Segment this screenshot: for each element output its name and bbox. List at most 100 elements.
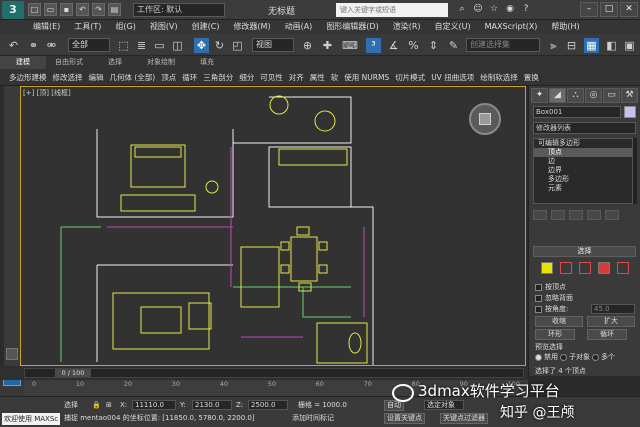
- star-icon[interactable]: ☆: [488, 3, 500, 15]
- mirror-icon[interactable]: ⫸: [546, 38, 561, 53]
- stack-item-vertex[interactable]: 顶点: [534, 148, 632, 157]
- window-crossing-icon[interactable]: ◫: [170, 38, 185, 53]
- selection-filter-dropdown[interactable]: 全部: [68, 38, 110, 52]
- render-setup-icon[interactable]: ◧: [604, 38, 619, 53]
- menu-group[interactable]: 组(G): [108, 20, 142, 34]
- ribbon-vertices[interactable]: 顶点: [158, 70, 179, 85]
- modifier-list-dropdown[interactable]: 修改器列表: [533, 122, 636, 134]
- tab-freeform[interactable]: 自由形式: [46, 56, 92, 69]
- workspace-dropdown[interactable]: 工作区: 默认: [133, 3, 225, 17]
- ignore-backface-checkbox[interactable]: [535, 294, 542, 302]
- modify-tab-icon[interactable]: ◢: [549, 88, 566, 103]
- menu-animation[interactable]: 动画(A): [278, 20, 320, 34]
- ribbon-slice-mode[interactable]: 切片模式: [392, 70, 428, 85]
- undo-icon[interactable]: ↶: [76, 3, 89, 16]
- absolute-mode-icon[interactable]: ⊞: [106, 400, 112, 410]
- polygon-mode-icon[interactable]: [598, 262, 610, 274]
- ribbon-geometry-all[interactable]: 几何体 (全部): [107, 70, 159, 85]
- stack-item-polygon[interactable]: 多边形: [534, 175, 632, 184]
- ribbon-use-nurms[interactable]: 使用 NURMS: [341, 70, 392, 85]
- link-icon[interactable]: ⚭: [26, 38, 41, 53]
- ribbon-modify-selection[interactable]: 修改选择: [50, 70, 86, 85]
- ribbon-loops[interactable]: 循环: [179, 70, 200, 85]
- preview-disabled-radio[interactable]: [535, 353, 542, 361]
- manipulate-icon[interactable]: ✚: [320, 38, 335, 53]
- key-filters-button[interactable]: 关键点过滤器: [440, 413, 488, 424]
- open-file-icon[interactable]: ▭: [44, 3, 57, 16]
- object-name-field[interactable]: Box001: [533, 106, 621, 118]
- add-time-tag[interactable]: 添加时间标记: [292, 413, 334, 423]
- save-icon[interactable]: ▪: [60, 3, 73, 16]
- stack-item-editable-poly[interactable]: 可编辑多边形: [534, 139, 632, 148]
- create-tab-icon[interactable]: ✦: [531, 88, 548, 103]
- unlink-icon[interactable]: ⚮: [44, 38, 59, 53]
- preview-subobject-radio[interactable]: [560, 353, 567, 361]
- ribbon-properties[interactable]: 属性: [307, 70, 328, 85]
- set-key-button[interactable]: 设置关键点: [384, 413, 425, 424]
- select-move-icon[interactable]: ✥: [194, 38, 209, 53]
- search-input[interactable]: 键入关键字或短语: [336, 3, 448, 17]
- ribbon-edit[interactable]: 编辑: [86, 70, 107, 85]
- search-icon[interactable]: ⌕: [456, 3, 468, 15]
- angle-snap-icon[interactable]: ∡: [386, 38, 401, 53]
- maximize-icon[interactable]: □: [600, 2, 618, 17]
- ribbon-align[interactable]: 对齐: [286, 70, 307, 85]
- make-unique-icon[interactable]: [569, 210, 583, 220]
- tab-selection[interactable]: 选择: [92, 56, 138, 69]
- menu-modifiers[interactable]: 修改器(M): [226, 20, 277, 34]
- tab-object-paint[interactable]: 对象绘制: [138, 56, 184, 69]
- preview-multi-radio[interactable]: [592, 353, 599, 361]
- ribbon-subdivision[interactable]: 细分: [236, 70, 257, 85]
- element-mode-icon[interactable]: [617, 262, 629, 274]
- ribbon-polygon-modeling[interactable]: 多边形建模: [6, 70, 50, 85]
- snaps-toggle-icon[interactable]: ³: [366, 38, 381, 53]
- app-logo-icon[interactable]: 3: [2, 1, 24, 19]
- render-icon[interactable]: ▣: [622, 38, 637, 53]
- layer-explorer-icon[interactable]: ▦: [584, 38, 599, 53]
- align-icon[interactable]: ⊟: [564, 38, 579, 53]
- ring-button[interactable]: 环形: [535, 329, 575, 340]
- select-scale-icon[interactable]: ◰: [230, 38, 245, 53]
- community-icon[interactable]: ☺: [472, 3, 484, 15]
- grow-button[interactable]: 扩大: [587, 316, 635, 327]
- selection-rollout-title[interactable]: 选择: [533, 246, 636, 257]
- hierarchy-tab-icon[interactable]: ⛬: [567, 88, 584, 103]
- menu-edit[interactable]: 编辑(E): [26, 20, 67, 34]
- new-file-icon[interactable]: □: [28, 3, 41, 16]
- edit-named-selection-icon[interactable]: ✎: [446, 38, 461, 53]
- select-object-icon[interactable]: ⬚: [116, 38, 131, 53]
- menu-view[interactable]: 视图(V): [143, 20, 185, 34]
- keyboard-shortcut-icon[interactable]: ⌨: [342, 38, 358, 53]
- by-vertex-checkbox[interactable]: [535, 283, 542, 291]
- auto-key-button[interactable]: 自动: [384, 400, 404, 411]
- time-slider[interactable]: 0 / 100: [24, 368, 524, 378]
- project-icon[interactable]: ▤: [108, 3, 121, 16]
- named-selection-dropdown[interactable]: 创建选择集: [466, 38, 540, 52]
- menu-customize[interactable]: 自定义(U): [428, 20, 478, 34]
- y-coordinate-field[interactable]: 2130.0: [192, 400, 232, 410]
- angle-value-field[interactable]: 45.0: [591, 304, 635, 314]
- ribbon-paint-soft-selection[interactable]: 绘制软选择: [477, 70, 521, 85]
- time-slider-handle[interactable]: 0 / 100: [55, 369, 91, 377]
- x-coordinate-field[interactable]: 11110.0: [132, 400, 176, 410]
- pin-stack-icon[interactable]: [533, 210, 547, 220]
- reference-coord-dropdown[interactable]: 视图: [252, 38, 294, 52]
- tab-populate[interactable]: 填充: [184, 56, 230, 69]
- motion-tab-icon[interactable]: ◎: [585, 88, 602, 103]
- menu-rendering[interactable]: 渲染(R): [386, 20, 428, 34]
- selected-object-dropdown[interactable]: 选定对象: [424, 400, 464, 410]
- close-icon[interactable]: ✕: [620, 2, 638, 17]
- undo-toolbar-icon[interactable]: ↶: [6, 38, 21, 53]
- maxscript-listener[interactable]: 欢迎使用 MAXSc: [2, 413, 60, 425]
- ribbon-uv-distort[interactable]: UV 扭曲选项: [428, 70, 477, 85]
- display-tab-icon[interactable]: ▭: [603, 88, 620, 103]
- loop-button[interactable]: 循环: [587, 329, 627, 340]
- menu-help[interactable]: 帮助(H): [544, 20, 586, 34]
- menu-tools[interactable]: 工具(T): [67, 20, 108, 34]
- percent-snap-icon[interactable]: %: [406, 38, 421, 53]
- spinner-snap-icon[interactable]: ⇕: [426, 38, 441, 53]
- viewport-layout-button[interactable]: [6, 348, 18, 360]
- stack-item-edge[interactable]: 边: [534, 157, 632, 166]
- menu-create[interactable]: 创建(C): [185, 20, 227, 34]
- minimize-icon[interactable]: –: [580, 2, 598, 17]
